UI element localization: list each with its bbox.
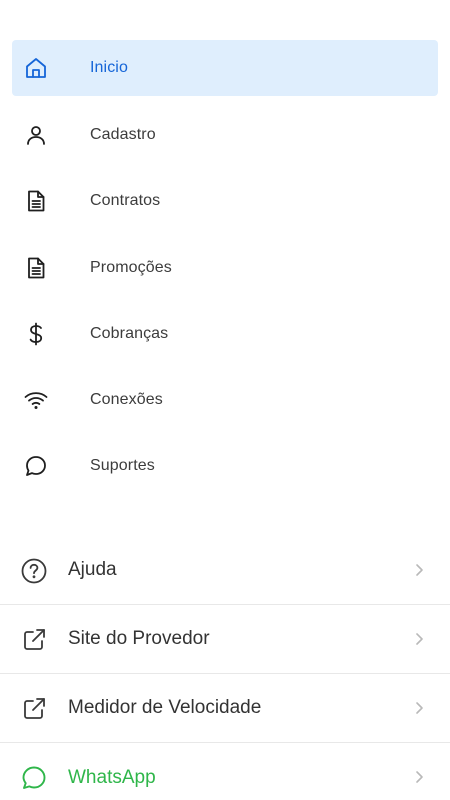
chat-icon — [24, 454, 48, 478]
chevron-right-icon — [414, 770, 424, 784]
chevron-right-icon — [414, 563, 424, 577]
list-item-label: Medidor de Velocidade — [68, 697, 262, 718]
home-icon — [24, 56, 48, 80]
list-item-site-do-provedor[interactable]: Site do Provedor — [0, 605, 450, 674]
document-icon — [24, 256, 48, 280]
document-icon — [24, 189, 48, 213]
list-item-label: WhatsApp — [68, 766, 156, 788]
menu-item-label: Suportes — [90, 457, 155, 474]
user-icon — [24, 123, 48, 147]
external-link-icon — [21, 627, 47, 653]
list-item-whatsapp[interactable]: WhatsApp — [0, 743, 450, 800]
menu-item-label: Inicio — [90, 59, 128, 76]
menu-item-promocoes[interactable]: Promoções — [12, 240, 438, 296]
whatsapp-icon — [21, 765, 47, 791]
menu-item-contratos[interactable]: Contratos — [12, 173, 438, 229]
menu-item-cadastro[interactable]: Cadastro — [12, 107, 438, 163]
dollar-icon — [24, 322, 48, 346]
menu-item-cobrancas[interactable]: Cobranças — [12, 306, 438, 362]
chevron-right-icon — [414, 701, 424, 715]
chevron-right-icon — [414, 632, 424, 646]
help-circle-icon — [21, 558, 47, 584]
menu-item-conexoes[interactable]: Conexões — [12, 372, 438, 428]
menu-item-label: Conexões — [90, 391, 163, 408]
list-item-label: Ajuda — [68, 559, 117, 580]
menu-item-label: Cadastro — [90, 126, 156, 143]
list-item-label: Site do Provedor — [68, 628, 210, 649]
wifi-icon — [24, 388, 48, 412]
menu-item-suportes[interactable]: Suportes — [12, 438, 438, 494]
list-item-ajuda[interactable]: Ajuda — [0, 536, 450, 605]
menu-item-label: Contratos — [90, 192, 161, 209]
menu-item-label: Promoções — [90, 259, 172, 276]
menu-item-label: Cobranças — [90, 325, 169, 342]
external-link-icon — [21, 696, 47, 722]
list-item-medidor-de-velocidade[interactable]: Medidor de Velocidade — [0, 674, 450, 743]
menu-item-inicio[interactable]: Inicio — [12, 40, 438, 96]
